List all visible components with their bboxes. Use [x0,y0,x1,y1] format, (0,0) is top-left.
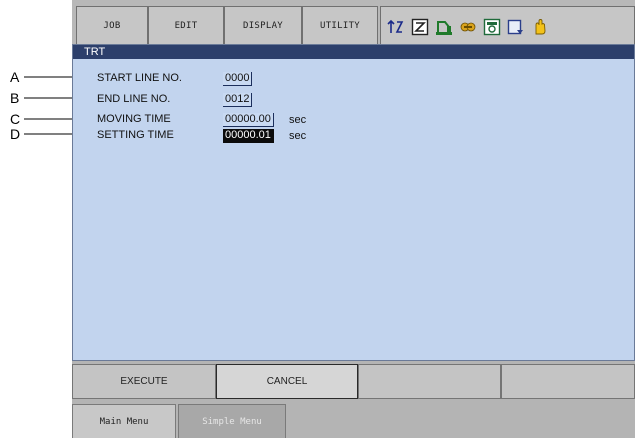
tab-utility[interactable]: UTILITY [302,6,378,44]
tab-edit[interactable]: EDIT [148,6,224,44]
status-area [380,6,635,44]
field-moving-time: MOVING TIME 00000.00 sec [73,112,634,127]
moving-time-value[interactable]: 00000.00 [223,113,274,127]
storage-icon [507,19,523,35]
coordinate-icon [387,19,404,33]
start-line-value[interactable]: 0000 [223,72,253,86]
field-end-line: END LINE NO. 0012 [73,92,634,107]
setting-time-unit: sec [289,130,307,142]
function-button-4[interactable] [501,364,635,399]
servo-hand-icon [535,19,546,35]
security-icon [460,22,476,32]
tab-job[interactable]: JOB [76,6,148,44]
moving-time-unit: sec [289,114,307,126]
field-setting-time: SETTING TIME 00000.01 sec [73,128,634,143]
function-button-bar: EXECUTE CANCEL [72,363,635,400]
pendant-screen: JOB EDIT DISPLAY UTILITY TRT START LINE … [72,0,635,438]
teach-mode-icon [483,18,501,36]
start-line-label: START LINE NO. [97,72,182,84]
end-line-value[interactable]: 0012 [223,93,253,107]
field-start-line: START LINE NO. 0000 [73,71,634,86]
function-button-3[interactable] [358,364,501,399]
main-menu-button[interactable]: Main Menu [72,404,176,438]
cycle-step-icon [411,18,429,36]
tab-display[interactable]: DISPLAY [224,6,302,44]
end-line-label: END LINE NO. [97,93,171,105]
setting-time-label: SETTING TIME [97,129,174,141]
content-panel: TRT START LINE NO. 0000 END LINE NO. 001… [72,44,635,361]
top-menu-bar: JOB EDIT DISPLAY UTILITY [72,0,635,44]
panel-title: TRT [73,45,634,59]
execute-button[interactable]: EXECUTE [72,364,216,399]
bottom-menu-bar: Main Menu Simple Menu [72,402,635,438]
cancel-button[interactable]: CANCEL [216,364,358,399]
setting-time-value[interactable]: 00000.01 [223,129,274,143]
moving-time-label: MOVING TIME [97,113,171,125]
simple-menu-button[interactable]: Simple Menu [178,404,286,438]
robot-select-icon [436,21,452,35]
